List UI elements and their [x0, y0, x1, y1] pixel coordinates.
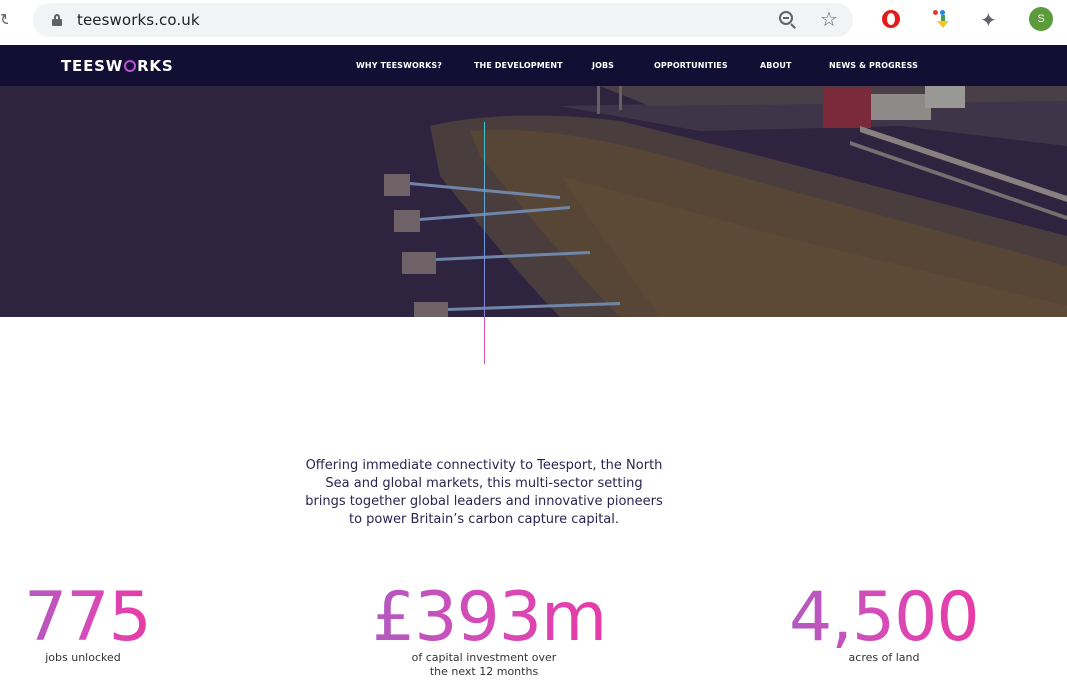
bookmark-star-icon[interactable]: ☆: [820, 7, 838, 31]
lock-icon[interactable]: [52, 14, 62, 26]
nav-item-why-teesworks[interactable]: WHY TEESWORKS?: [356, 61, 442, 70]
stat-label-jobs: jobs unlocked: [45, 651, 121, 664]
stat-label-acres: acres of land: [848, 651, 920, 664]
logo-o-ring-icon: [124, 60, 137, 72]
zoom-out-icon[interactable]: [779, 11, 797, 29]
nav-item-jobs[interactable]: JOBS: [592, 61, 614, 70]
site-nav: TEESW RKS WHY TEESWORKS? THE DEVELOPMENT …: [0, 45, 1067, 86]
nav-item-the-development[interactable]: THE DEVELOPMENT: [474, 61, 563, 70]
stat-value-jobs: 775: [24, 578, 152, 657]
teesworks-logo[interactable]: TEESW RKS: [61, 57, 173, 75]
stat-value-acres: 4,500: [789, 578, 980, 657]
logo-text-right: RKS: [137, 57, 174, 75]
timeline-line-bottom: [484, 317, 485, 364]
stat-label-investment: of capital investment over the next 12 m…: [411, 651, 557, 678]
timeline-line-top: [484, 122, 485, 317]
download-extension-icon[interactable]: [933, 8, 953, 30]
address-bar[interactable]: teesworks.co.uk ☆: [33, 3, 853, 37]
opera-extension-icon[interactable]: [882, 10, 900, 28]
nav-item-opportunities[interactable]: OPPORTUNITIES: [654, 61, 728, 70]
nav-item-about[interactable]: ABOUT: [760, 61, 792, 70]
reload-icon[interactable]: ↻: [0, 10, 8, 30]
hero-image: [0, 86, 1067, 317]
nav-item-news-progress[interactable]: NEWS & PROGRESS: [829, 61, 918, 70]
profile-avatar[interactable]: S: [1029, 7, 1053, 31]
logo-text-left: TEESW: [61, 57, 124, 75]
browser-toolbar: ↻ teesworks.co.uk ☆ ✦ S: [0, 0, 1067, 45]
intro-paragraph: Offering immediate connectivity to Teesp…: [305, 458, 663, 527]
hero-aerial-illustration: [0, 86, 1067, 317]
url-text[interactable]: teesworks.co.uk: [77, 11, 200, 29]
extensions-puzzle-icon[interactable]: ✦: [980, 8, 997, 32]
stat-value-investment: £393m: [372, 578, 607, 657]
